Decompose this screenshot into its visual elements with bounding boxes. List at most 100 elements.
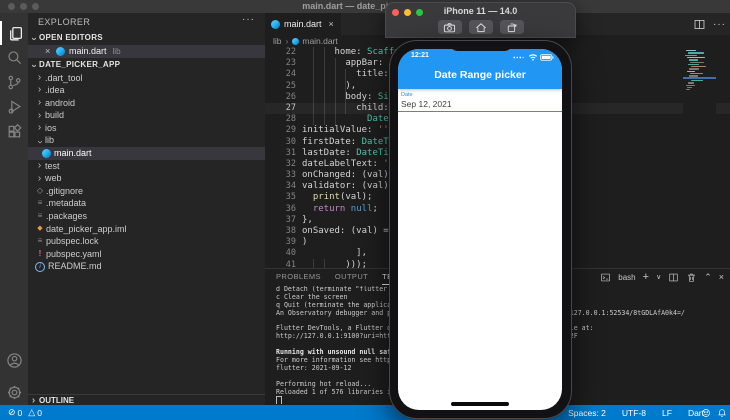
explorer-icon[interactable] (0, 21, 28, 45)
line-number: 38 (265, 226, 296, 237)
more-actions-icon[interactable]: ··· (713, 19, 726, 30)
tab-main-dart[interactable]: main.dart × (265, 13, 341, 35)
chevron-down-icon: › (28, 61, 38, 72)
tree-item-web[interactable]: ›web (28, 172, 265, 185)
tree-item-label: date_picker_app.iml (46, 223, 127, 236)
tree-item-.packages[interactable]: ≡.packages (28, 210, 265, 223)
lines-file-icon: ≡ (34, 197, 46, 210)
problems-status[interactable]: ⊘ 0 △ 0 (8, 407, 42, 418)
breadcrumb-file[interactable]: main.dart (302, 36, 337, 46)
iml-file-icon: ◆ (34, 223, 46, 236)
status-item-utf-8[interactable]: UTF-8 (622, 408, 646, 418)
rotate-button[interactable] (500, 20, 524, 34)
split-terminal-icon[interactable] (668, 272, 679, 283)
line-number: 34 (265, 181, 296, 192)
shell-label[interactable]: bash (618, 273, 635, 282)
line-number: 33 (265, 170, 296, 181)
tree-item-.metadata[interactable]: ≡.metadata (28, 197, 265, 210)
tree-item-label: web (45, 172, 62, 185)
line-number: 27 (265, 103, 296, 114)
panel-tab-problems[interactable]: PROBLEMS (276, 272, 321, 285)
activity-bar (0, 13, 28, 405)
tree-item-README.md[interactable]: iREADME.md (28, 260, 265, 273)
tree-item-pubspec.yaml[interactable]: !pubspec.yaml (28, 248, 265, 261)
chevron-icon: › (34, 98, 45, 108)
tree-item-label: .idea (45, 84, 65, 97)
line-number: 24 (265, 69, 296, 80)
minimap-mark (690, 62, 704, 63)
line-number: 30 (265, 137, 296, 148)
minimap[interactable] (683, 47, 716, 268)
line-number: 32 (265, 159, 296, 170)
panel-tab-output[interactable]: OUTPUT (335, 272, 368, 285)
split-editor-icon[interactable] (693, 18, 706, 31)
open-editors-section[interactable]: ›OPEN EDITORS (28, 32, 265, 44)
chevron-icon: › (34, 174, 45, 184)
search-icon[interactable] (0, 46, 28, 70)
tree-item-.gitignore[interactable]: ◇.gitignore (28, 185, 265, 198)
line-number: 22 (265, 47, 296, 58)
chevron-down-icon[interactable]: ∨ (656, 273, 661, 281)
feedback-smiley-icon[interactable] (701, 408, 711, 418)
explorer-actions-icon[interactable]: ··· (242, 14, 255, 25)
run-debug-icon[interactable] (0, 95, 28, 119)
line-number: 23 (265, 58, 296, 69)
new-terminal-icon[interactable]: + (643, 271, 649, 283)
simulator-titlebar[interactable]: iPhone 11 — 14.0 (385, 2, 576, 38)
date-field-value[interactable]: Sep 12, 2021 (401, 99, 452, 109)
account-icon[interactable] (0, 348, 28, 372)
tree-item-.idea[interactable]: ›.idea (28, 84, 265, 97)
tree-item-main.dart[interactable]: main.dart (28, 147, 265, 160)
extensions-icon[interactable] (0, 119, 28, 143)
battery-icon (540, 54, 554, 61)
status-item-spaces-2[interactable]: Spaces: 2 (568, 408, 606, 418)
chevron-icon: › (34, 161, 45, 171)
tree-item-pubspec.lock[interactable]: ≡pubspec.lock (28, 235, 265, 248)
home-button[interactable] (469, 20, 493, 34)
tree-item-label: .gitignore (46, 185, 83, 198)
settings-gear-icon[interactable] (0, 380, 28, 404)
home-indicator[interactable] (451, 402, 509, 406)
screenshot-button[interactable] (438, 20, 462, 34)
tree-item-date_picker_app.iml[interactable]: ◆date_picker_app.iml (28, 223, 265, 236)
open-editor-folder: lib (113, 45, 121, 58)
tree-item-label: android (45, 97, 75, 110)
tree-item-ios[interactable]: ›ios (28, 122, 265, 135)
close-icon[interactable]: × (45, 45, 56, 58)
dart-icon (42, 149, 51, 158)
close-tab-icon[interactable]: × (329, 19, 334, 29)
tree-item-android[interactable]: ›android (28, 97, 265, 110)
tree-item-lib[interactable]: ›lib (28, 134, 265, 147)
tree-item-.dart_tool[interactable]: ›.dart_tool (28, 72, 265, 85)
open-editor-main-dart[interactable]: × main.dart lib (28, 45, 265, 58)
status-item-lf[interactable]: LF (662, 408, 672, 418)
project-tree: ›.dart_tool›.idea›android›build›ios›libm… (28, 72, 265, 274)
project-section[interactable]: ›DATE_PICKER_APP (28, 59, 265, 71)
chevron-down-icon: › (28, 34, 38, 45)
chevron-icon: › (34, 111, 45, 121)
tree-item-label: README.md (48, 260, 102, 273)
app-bar-title: Date Range picker (398, 69, 562, 81)
warning-icon: △ (28, 407, 35, 418)
date-field-underline (398, 111, 562, 113)
minimap-mark (686, 85, 695, 86)
terminal-icon (600, 272, 611, 283)
close-panel-icon[interactable]: × (719, 272, 724, 282)
notifications-bell-icon[interactable] (717, 408, 727, 418)
info-icon: i (35, 262, 45, 272)
tree-item-label: .packages (46, 210, 87, 223)
tree-item-label: test (45, 160, 60, 173)
tab-label: main.dart (284, 19, 322, 29)
tree-item-label: ios (45, 122, 57, 135)
tree-item-build[interactable]: ›build (28, 109, 265, 122)
kill-terminal-trash-icon[interactable] (686, 272, 697, 283)
breadcrumb-folder[interactable]: lib (273, 36, 282, 46)
line-number: 35 (265, 192, 296, 203)
tree-item-label: build (45, 109, 64, 122)
explorer-sidebar: EXPLORER ··· ›OPEN EDITORS × main.dart l… (28, 13, 265, 405)
tree-item-test[interactable]: ›test (28, 160, 265, 173)
wifi-icon (528, 53, 538, 61)
source-control-icon[interactable] (0, 70, 28, 94)
maximize-panel-icon[interactable]: ⌃ (704, 272, 712, 283)
tree-item-label: main.dart (54, 147, 92, 160)
